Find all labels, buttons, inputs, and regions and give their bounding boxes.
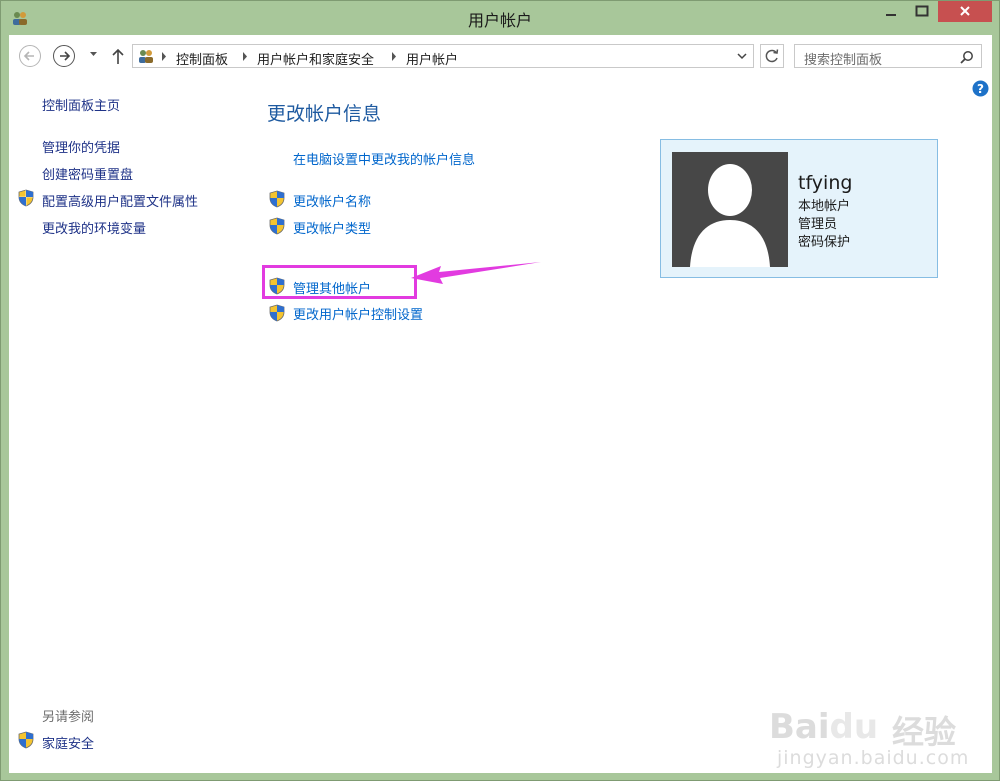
user-accounts-location-icon <box>139 50 153 63</box>
navigation-bar: 控制面板 用户帐户和家庭安全 用户帐户 搜索控制面板 <box>9 35 992 77</box>
back-button[interactable] <box>19 45 41 67</box>
shield-icon <box>269 304 285 322</box>
refresh-icon <box>765 49 779 63</box>
forward-button[interactable] <box>53 45 75 67</box>
close-button[interactable] <box>938 1 992 22</box>
shield-icon <box>269 190 285 208</box>
control-panel-content: 控制面板 用户帐户和家庭安全 用户帐户 搜索控制面板 ? 控制面板主页 管理你的… <box>9 35 992 773</box>
breadcrumb-separator-icon[interactable] <box>242 52 248 61</box>
account-card: tfying 本地帐户 管理员 密码保护 <box>660 139 938 278</box>
recent-pages-dropdown-icon[interactable] <box>89 51 98 57</box>
account-type: 本地帐户 <box>798 199 851 214</box>
change-account-name-link[interactable]: 更改帐户名称 <box>293 191 371 210</box>
shield-icon <box>18 189 34 207</box>
account-username: tfying <box>798 172 853 194</box>
sidebar-item-create-reset-disk[interactable]: 创建密码重置盘 <box>42 164 133 183</box>
shield-icon <box>18 731 34 749</box>
avatar <box>672 152 788 267</box>
arrow-right-icon <box>60 51 71 61</box>
see-also-family-safety-link[interactable]: 家庭安全 <box>42 733 94 752</box>
arrow-left-icon <box>23 51 34 61</box>
minimize-button[interactable] <box>876 1 906 22</box>
breadcrumb-user-accounts[interactable]: 用户帐户 <box>406 49 458 68</box>
manage-other-accounts-link[interactable]: 管理其他帐户 <box>293 278 371 297</box>
maximize-icon <box>915 5 929 17</box>
minimize-icon <box>886 14 896 16</box>
search-input[interactable]: 搜索控制面板 <box>804 49 882 68</box>
sidebar-item-environment-variables[interactable]: 更改我的环境变量 <box>42 218 146 237</box>
title-bar[interactable]: 用户帐户 <box>1 1 999 35</box>
close-icon <box>960 6 970 16</box>
account-protection: 密码保护 <box>798 235 851 250</box>
annotation-arrow <box>411 262 541 284</box>
search-box[interactable]: 搜索控制面板 <box>794 44 982 68</box>
help-icon[interactable]: ? <box>972 80 989 97</box>
watermark-url: jingyan.baidu.com <box>777 747 970 769</box>
change-account-type-link[interactable]: 更改帐户类型 <box>293 218 371 237</box>
see-also-label: 另请参阅 <box>42 710 95 725</box>
shield-icon <box>269 277 285 295</box>
baidu-jingyan-watermark: Baidu 经验 jingyan.baidu.com <box>769 703 989 773</box>
account-role: 管理员 <box>798 217 838 232</box>
breadcrumb-separator-icon[interactable] <box>391 52 397 61</box>
up-arrow-icon[interactable] <box>111 47 125 65</box>
refresh-button[interactable] <box>760 44 784 68</box>
shield-icon <box>269 217 285 235</box>
window-title: 用户帐户 <box>467 11 532 30</box>
page-title: 更改帐户信息 <box>267 103 382 125</box>
breadcrumb-separator-icon <box>162 52 166 61</box>
user-silhouette-icon <box>690 164 770 267</box>
sidebar-home-link[interactable]: 控制面板主页 <box>42 95 120 114</box>
sidebar-item-advanced-profile[interactable]: 配置高级用户配置文件属性 <box>42 191 198 210</box>
svg-text:?: ? <box>977 82 984 96</box>
window: 用户帐户 控制面板 用户帐户和家庭安全 用户帐户 搜索控制面板 ? 控制面板主页… <box>0 0 1000 781</box>
maximize-button[interactable] <box>907 1 937 22</box>
sidebar-item-manage-credentials[interactable]: 管理你的凭据 <box>42 137 120 156</box>
pc-settings-link[interactable]: 在电脑设置中更改我的帐户信息 <box>293 149 475 168</box>
watermark-brand: Baidu <box>769 707 879 747</box>
chevron-down-icon[interactable] <box>737 53 747 60</box>
uac-settings-link[interactable]: 更改用户帐户控制设置 <box>293 304 423 323</box>
search-icon[interactable] <box>960 50 974 64</box>
address-bar[interactable]: 控制面板 用户帐户和家庭安全 用户帐户 <box>132 44 754 68</box>
breadcrumb-user-accounts-family-safety[interactable]: 用户帐户和家庭安全 <box>257 49 374 68</box>
breadcrumb-control-panel[interactable]: 控制面板 <box>176 49 228 68</box>
